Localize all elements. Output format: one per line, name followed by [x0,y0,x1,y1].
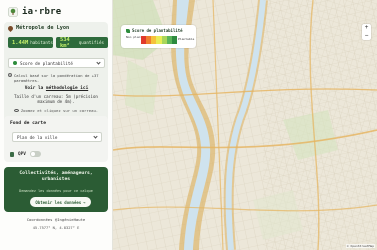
stat-area: 534 km² quantifiés [56,36,108,49]
map-view[interactable]: Score de plantabilité Non plantable Plan… [113,0,377,250]
score-layer-label: Score de plantabilité [20,60,73,66]
methodology-prefix: Voir la [24,86,46,91]
credit: Coordonnées @IngénieHaute [26,217,86,222]
legend-high-label: Plantable [178,37,195,41]
promo-card: Collectivités, aménageurs, urbanistes De… [4,167,108,212]
legend-color-scale [141,36,177,44]
stat-label: habitants [30,40,53,45]
score-layer-select[interactable]: Score de plantabilité [8,58,105,68]
cell-size-note: Taille d'un carreau: 5m (précision maxim… [14,94,98,105]
city-name: Métropole de Lyon [16,25,70,31]
stat-population: 1.44M habitants [8,37,53,48]
location-pin-icon [6,24,15,32]
calc-note-text: Calcul basé sur la pondération de +37 pa… [14,73,99,83]
chevron-down-icon [96,60,101,65]
city-title: Métropole de Lyon [6,24,70,32]
brand[interactable]: ia·rbre [8,6,61,18]
arrow-right-icon: → [83,199,86,205]
stats: 1.44M habitants 534 km² quantifiés [8,36,108,49]
methodology-line: Voir la méthodologie ici [0,86,112,91]
stat-label: quantifiés [78,40,104,45]
legend-title: Score de plantabilité [126,28,183,33]
legend-title-text: Score de plantabilité [132,28,183,33]
layer-icon [10,151,14,157]
qpv-label: QPV [18,151,26,157]
legend: Score de plantabilité Non plantable Plan… [121,25,196,48]
map-attribution[interactable]: © OpenStreetMap [345,244,375,248]
chevron-down-icon [93,134,98,139]
coordinates-readout: 45.7577° N, 4.8327° E [32,226,80,230]
qpv-row: QPV [10,151,41,157]
promo-title: Collectivités, aménageurs, urbanistes [19,171,93,182]
calc-note: i Calcul basé sur la pondération de +37 … [8,73,105,83]
eye-icon [13,109,19,112]
stat-value: 1.44M [12,39,29,46]
leaf-icon [13,61,17,65]
sidebar: ia·rbre Métropole de Lyon 1.44M habitant… [0,0,113,250]
promo-subtitle: Demandez les données pour ce calque [19,189,93,193]
get-data-label: Obtenir les données [35,199,82,205]
basemap-selected: Plan de la ville [17,134,58,140]
zoom-in-button[interactable]: + [362,24,371,32]
brand-name: ia·rbre [22,7,62,17]
basemap-select[interactable]: Plan de la ville [12,132,102,142]
basemap-heading: Fond de carte [10,121,46,126]
zoom-out-button[interactable]: − [362,32,371,40]
tree-icon [8,7,18,17]
qpv-toggle[interactable] [29,151,41,157]
leaf-icon [126,28,130,33]
zoom-hint: Zoomez et cliquez sur un carreau. [6,108,106,113]
zoom-hint-text: Zoomez et cliquez sur un carreau. [20,108,99,113]
legend-swatch [171,36,177,44]
zoom-control: + − [362,24,371,40]
stat-value: 534 km² [60,36,70,49]
methodology-link[interactable]: méthodologie ici [46,86,88,91]
info-icon: i [8,73,12,77]
get-data-button[interactable]: Obtenir les données → [30,197,91,207]
